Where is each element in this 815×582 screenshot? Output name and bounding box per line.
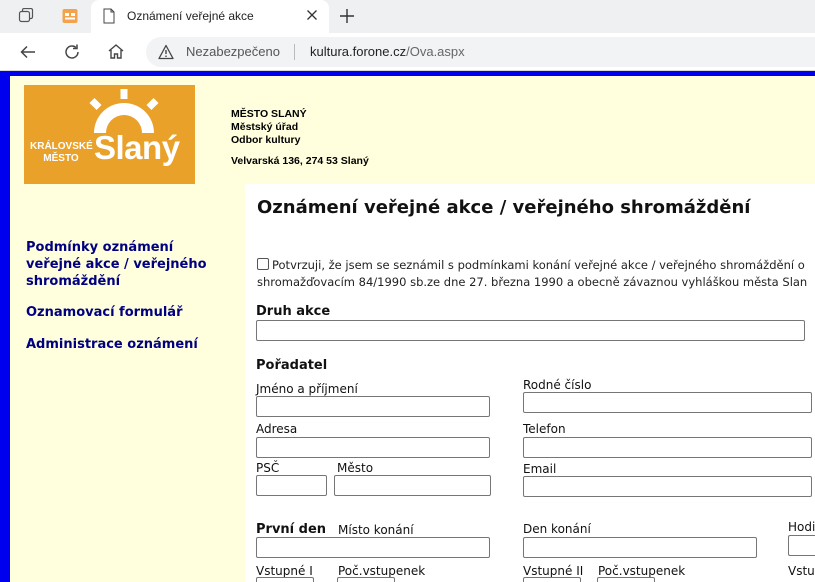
logo-line2: MĚSTO <box>43 153 79 164</box>
jmeno-input[interactable] <box>256 396 490 417</box>
url-path: /Ova.aspx <box>406 44 465 59</box>
url-text[interactable]: kultura.forone.cz/Ova.aspx <box>310 44 465 59</box>
misto-konani-input[interactable] <box>256 537 490 558</box>
page-icon <box>103 8 115 24</box>
org-office: Městský úřad <box>231 121 299 133</box>
confirm-checkbox[interactable] <box>257 258 269 270</box>
back-arrow-icon[interactable] <box>18 42 38 62</box>
security-status[interactable]: Nezabezpečeno <box>186 44 280 59</box>
telefon-label: Telefon <box>523 422 566 436</box>
jmeno-label: Jméno a příjmení <box>256 382 358 396</box>
den-konani-input[interactable] <box>523 537 757 558</box>
poc-vstupenek2-input[interactable] <box>597 577 655 582</box>
vstupne2-label: Vstupné II <box>523 564 584 578</box>
tab-title: Oznámení veřejné akce <box>127 9 254 23</box>
logo-name: Slaný <box>94 129 180 166</box>
mesto-input[interactable] <box>334 475 491 496</box>
den-konani-label: Den konání <box>523 522 591 536</box>
left-border <box>0 71 10 582</box>
confirm-text-line2: shromažďovacím 84/1990 sb.ze dne 27. bře… <box>257 275 808 289</box>
warning-icon[interactable] <box>158 44 174 60</box>
adresa-input[interactable] <box>256 437 490 458</box>
org-name: MĚSTO SLANÝ <box>231 108 307 120</box>
druh-akce-label: Druh akce <box>256 304 331 319</box>
sidebar-item-form[interactable]: Oznamovací formulář <box>26 304 226 321</box>
workspace-icon[interactable] <box>62 8 78 24</box>
sidebar-item-conditions[interactable]: Podmínky oznámení veřejné akce / veřejné… <box>26 239 226 290</box>
url-domain: kultura.forone.cz <box>310 44 407 59</box>
prvni-den-heading: První den <box>256 522 327 537</box>
mesto-label: Město <box>337 461 374 475</box>
email-label: Email <box>523 462 557 476</box>
poc-vstupenek1-label: Poč.vstupenek <box>338 564 426 578</box>
confirm-text-line1: Potvrzuji, že jsem se seznámil s podmínk… <box>272 258 805 272</box>
sidebar-item-admin[interactable]: Administrace oznámení <box>26 336 226 353</box>
city-logo[interactable]: KRÁLOVSKÉ MĚSTO Slaný <box>24 85 195 184</box>
web-page: KRÁLOVSKÉ MĚSTO Slaný MĚSTO SLANÝ Městsk… <box>0 71 815 582</box>
org-department: Odbor kultury <box>231 134 301 146</box>
address-bar-row: Nezabezpečeno kultura.forone.cz/Ova.aspx <box>0 33 815 71</box>
telefon-input[interactable] <box>523 437 812 458</box>
rodne-cislo-label: Rodné číslo <box>523 378 592 392</box>
page-title: Oznámení veřejné akce / veřejného shromá… <box>257 197 751 218</box>
new-tab-icon[interactable] <box>338 7 356 25</box>
druh-akce-input[interactable] <box>256 320 805 341</box>
poc-vstupenek1-input[interactable] <box>337 577 395 582</box>
browser-tab-bar: Oznámení veřejné akce <box>0 0 815 33</box>
psc-label: PSČ <box>256 461 280 475</box>
reload-icon[interactable] <box>62 42 82 62</box>
poradatel-heading: Pořadatel <box>256 358 328 373</box>
home-icon[interactable] <box>106 42 126 62</box>
tab-actions-icon[interactable] <box>18 8 34 24</box>
close-tab-icon[interactable] <box>303 6 321 24</box>
org-address: Velvarská 136, 274 53 Slaný <box>231 155 369 167</box>
vstupne2-input[interactable] <box>523 577 581 582</box>
misto-konani-label: Místo konání <box>338 523 414 537</box>
tab-active[interactable]: Oznámení veřejné akce <box>91 0 329 33</box>
form-panel: Oznámení veřejné akce / veřejného shromá… <box>245 184 815 582</box>
url-separator <box>294 44 295 60</box>
logo-line1: KRÁLOVSKÉ <box>30 141 93 152</box>
adresa-label: Adresa <box>256 422 298 436</box>
vstupne1-input[interactable] <box>256 577 314 582</box>
psc-input[interactable] <box>256 475 327 496</box>
hodiny-label: Hodi <box>788 520 815 534</box>
poc-vstupenek2-label: Poč.vstupenek <box>598 564 686 578</box>
rodne-cislo-input[interactable] <box>523 392 812 413</box>
logo-subtitle: KRÁLOVSKÉ MĚSTO <box>30 141 93 165</box>
email-input[interactable] <box>523 476 812 497</box>
vstupne1-label: Vstupné I <box>256 564 313 578</box>
hodiny-input[interactable] <box>788 535 815 556</box>
top-border <box>0 71 815 76</box>
url-field[interactable]: Nezabezpečeno kultura.forone.cz/Ova.aspx <box>146 37 815 67</box>
vstupne3-label: Vstu <box>788 564 815 578</box>
confirm-block: Potvrzuji, že jsem se seznámil s podmínk… <box>257 257 815 291</box>
